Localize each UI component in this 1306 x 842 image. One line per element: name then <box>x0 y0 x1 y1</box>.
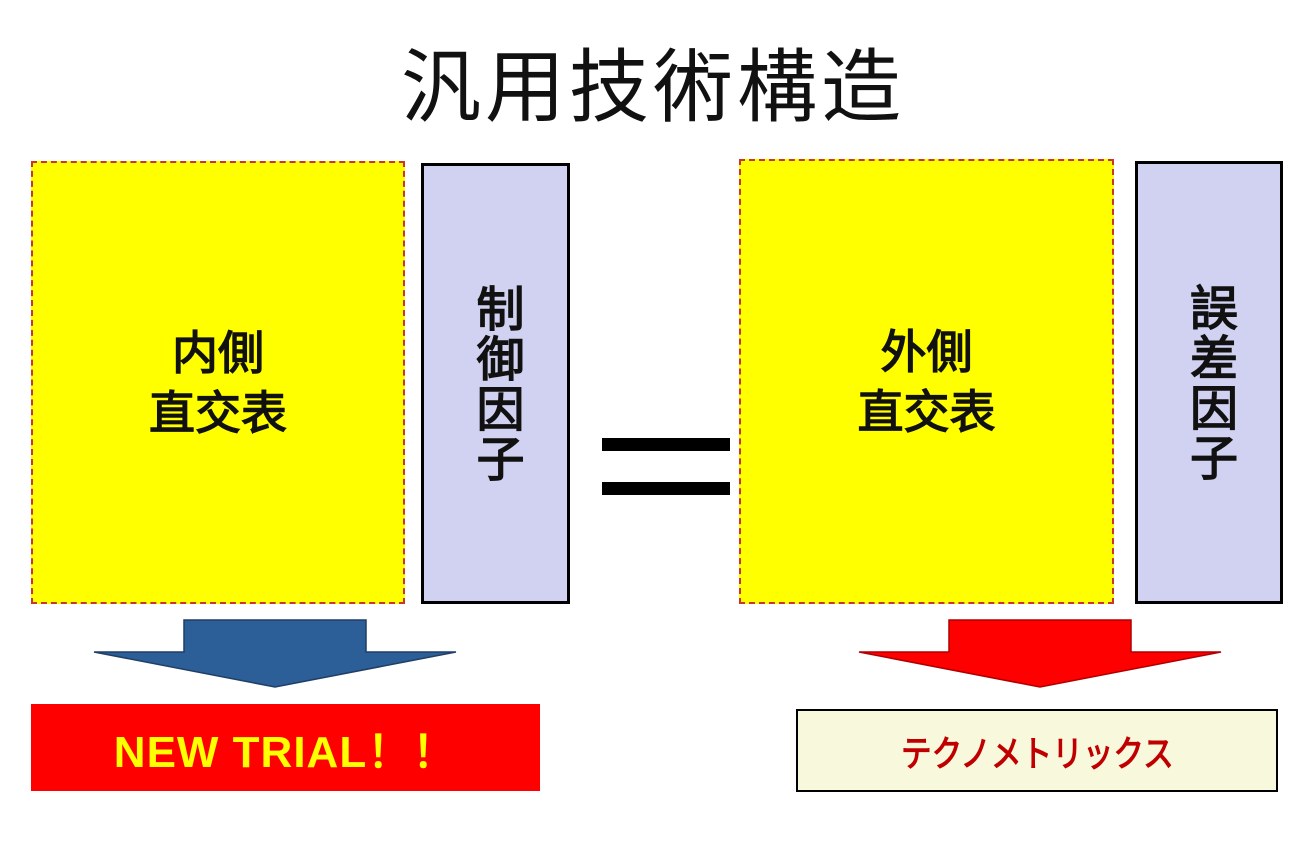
equals-sign-bottom-bar <box>602 482 730 495</box>
control-factor-box: 制御因子 <box>421 163 570 604</box>
control-factor-label: 制御因子 <box>467 283 524 484</box>
technometrics-label: テクノメトリックス <box>900 733 1174 775</box>
inner-array-box: 内側 直交表 <box>31 161 405 604</box>
right-down-arrow-icon <box>858 619 1222 688</box>
technometrics-banner: テクノメトリックス <box>796 709 1278 792</box>
outer-array-line1: 外側 <box>880 324 973 379</box>
outer-array-line2: 直交表 <box>857 384 996 439</box>
inner-array-line1: 内側 <box>172 325 264 380</box>
new-trial-label: NEW TRIAL！！ <box>113 727 458 777</box>
new-trial-banner: NEW TRIAL！！ <box>31 704 540 791</box>
inner-array-line2: 直交表 <box>149 385 287 440</box>
noise-factor-box: 誤差因子 <box>1135 161 1283 604</box>
left-down-arrow-icon <box>93 619 457 688</box>
diagram-title: 汎用技術構造 <box>401 41 905 134</box>
inner-array-label: 内側 直交表 <box>149 323 287 443</box>
outer-array-box: 外側 直交表 <box>739 159 1114 604</box>
noise-factor-label: 誤差因子 <box>1181 282 1237 483</box>
equals-sign-top-bar <box>602 438 730 451</box>
outer-array-label: 外側 直交表 <box>858 322 996 442</box>
